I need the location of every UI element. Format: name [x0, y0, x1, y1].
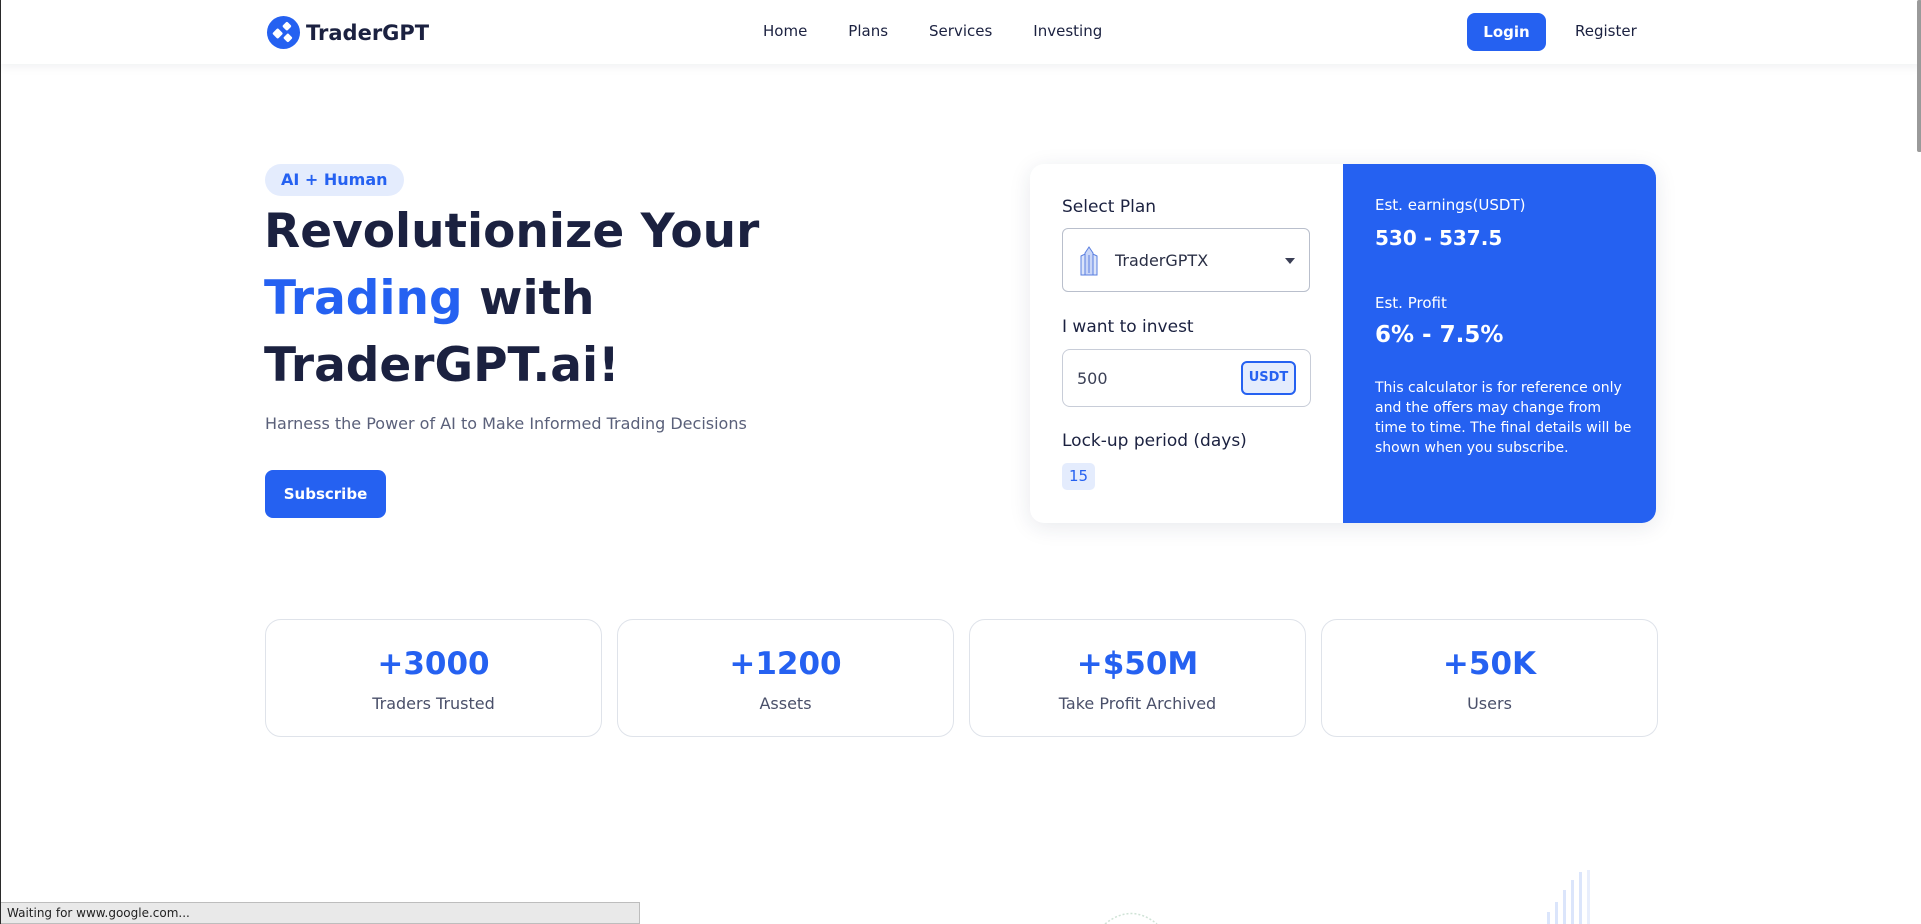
nav-item-investing[interactable]: Investing: [1033, 22, 1102, 40]
subscribe-button[interactable]: Subscribe: [265, 470, 386, 518]
chevron-down-icon: [1285, 258, 1295, 264]
stat-label: Users: [1467, 694, 1512, 713]
register-link[interactable]: Register: [1575, 22, 1637, 40]
earnings-label: Est. earnings(USDT): [1375, 196, 1526, 214]
stat-card-users: +50K Users: [1321, 619, 1658, 737]
hero-title-line2: with: [462, 271, 595, 326]
browser-status-bar: Waiting for www.google.com...: [1, 902, 640, 924]
brand-name: TraderGPT: [306, 20, 430, 45]
stat-label: Assets: [759, 694, 812, 713]
hero-title: Revolutionize Your Trading with TraderGP…: [264, 198, 884, 399]
stat-value: +$50M: [1076, 646, 1199, 682]
stat-card-assets: +1200 Assets: [617, 619, 954, 737]
decorative-bar-chart-icon: [1547, 870, 1590, 924]
investment-calculator: Select Plan TraderGPTX I want to invest …: [1030, 164, 1656, 523]
selected-plan: TraderGPTX: [1115, 251, 1209, 270]
stat-card-profit: +$50M Take Profit Archived: [969, 619, 1306, 737]
currency-tag: USDT: [1241, 361, 1296, 395]
hero-title-accent: Trading: [264, 271, 463, 326]
hero-subtitle: Harness the Power of AI to Make Informed…: [265, 414, 747, 433]
invest-field: USDT: [1062, 349, 1311, 407]
select-plan-label: Select Plan: [1062, 197, 1157, 217]
plan-select[interactable]: TraderGPTX: [1062, 228, 1310, 292]
invest-label: I want to invest: [1062, 317, 1194, 337]
stat-card-traders: +3000 Traders Trusted: [265, 619, 602, 737]
lockup-label: Lock-up period (days): [1062, 431, 1247, 451]
page-scrollbar[interactable]: [1917, 0, 1921, 152]
hero-title-line1: Revolutionize Your: [264, 204, 760, 259]
brand-logo[interactable]: TraderGPT: [266, 15, 429, 50]
site-header: TraderGPT Home Plans Services Investing …: [1, 0, 1921, 64]
profit-value: 6% - 7.5%: [1375, 322, 1504, 348]
building-icon: [1080, 246, 1098, 276]
decorative-arc-icon: [1104, 912, 1158, 924]
invest-amount-input[interactable]: [1077, 364, 1227, 392]
lockup-days-option[interactable]: 15: [1062, 463, 1095, 490]
estimate-panel: Est. earnings(USDT) 530 - 537.5 Est. Pro…: [1343, 164, 1656, 523]
profit-label: Est. Profit: [1375, 294, 1447, 312]
nav-item-services[interactable]: Services: [929, 22, 992, 40]
stat-value: +1200: [729, 646, 842, 682]
calculator-disclaimer: This calculator is for reference only an…: [1375, 380, 1632, 456]
stat-label: Take Profit Archived: [1058, 694, 1217, 713]
login-button[interactable]: Login: [1467, 13, 1546, 51]
hero-title-line3: TraderGPT.ai!: [264, 338, 620, 393]
stat-value: +50K: [1442, 646, 1537, 682]
nav-item-home[interactable]: Home: [763, 22, 807, 40]
tradergpt-logo-icon: [266, 15, 301, 50]
nav-item-plans[interactable]: Plans: [848, 22, 888, 40]
stat-label: Traders Trusted: [372, 694, 495, 713]
stat-value: +3000: [377, 646, 490, 682]
hero-badge: AI + Human: [265, 164, 404, 196]
earnings-value: 530 - 537.5: [1375, 226, 1503, 250]
main-nav: Home Plans Services Investing: [763, 22, 1143, 40]
